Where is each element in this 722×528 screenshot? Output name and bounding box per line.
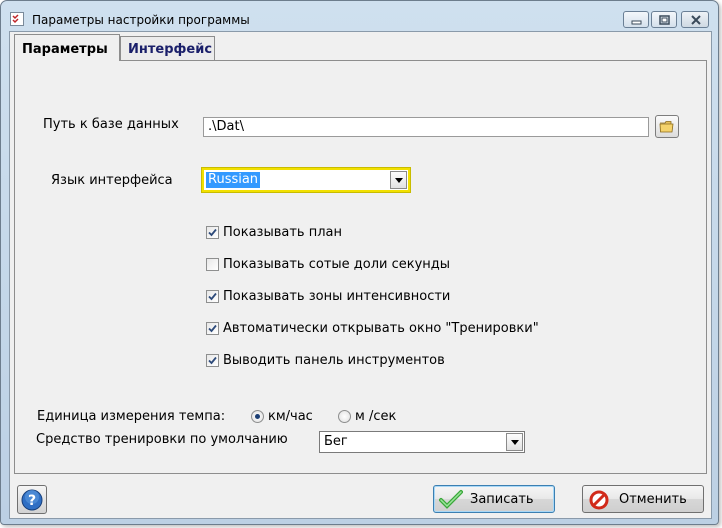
database-path-input[interactable]: .\Dat\ [203, 117, 649, 137]
database-path-label: Путь к базе данных [43, 117, 179, 132]
checkmark-icon [208, 324, 217, 333]
tab-parameters[interactable]: Параметры [14, 34, 120, 61]
language-label: Язык интерфейса [51, 173, 173, 188]
save-button-label: Записать [470, 492, 534, 507]
default-trainer-select[interactable]: Бег [319, 431, 525, 453]
close-button[interactable] [681, 11, 709, 28]
chevron-down-icon [395, 178, 403, 183]
checkbox[interactable] [206, 226, 219, 239]
radio-button[interactable] [251, 410, 264, 423]
checkbox[interactable] [206, 322, 219, 335]
language-selected-value: Russian [206, 172, 261, 188]
option-label: Показывать зоны интенсивности [223, 289, 451, 304]
dialog-client: Параметры Интерфейс Путь к базе данных .… [9, 31, 712, 519]
folder-icon [659, 121, 674, 133]
radio-label: км/час [268, 409, 313, 424]
language-dropdown-button[interactable] [390, 171, 407, 189]
default-trainer-label: Средство тренировки по умолчанию [36, 432, 288, 447]
chevron-down-icon [511, 440, 519, 445]
checkmark-icon [208, 292, 217, 301]
checkmark-icon [439, 490, 463, 509]
app-icon[interactable] [10, 12, 24, 26]
help-icon: ? [21, 489, 43, 511]
database-path-value: .\Dat\ [208, 119, 244, 134]
option-label: Выводить панель инструментов [223, 353, 445, 368]
tab-panel: Путь к базе данных .\Dat\ Язык интерфейс… [14, 60, 707, 474]
pace-unit-label: Единица измерения темпа: [37, 409, 226, 424]
cancel-button-label: Отменить [619, 492, 687, 507]
title-bar[interactable]: Параметры настройки программы [1, 1, 718, 29]
save-button[interactable]: Записать [433, 485, 555, 513]
language-select[interactable]: Russian [201, 167, 411, 193]
checkbox[interactable] [206, 258, 219, 271]
radio-button[interactable] [338, 410, 351, 423]
minimize-button[interactable] [623, 11, 649, 28]
radio-label: м /сек [355, 409, 397, 424]
option-label: Показывать план [223, 225, 342, 240]
cancel-button[interactable]: Отменить [582, 485, 704, 513]
checkmark-icon [208, 356, 217, 365]
svg-text:?: ? [28, 493, 36, 509]
option-label: Показывать сотые доли секунды [223, 257, 451, 272]
close-icon [691, 15, 701, 25]
default-trainer-value: Бег [324, 434, 348, 449]
tab-interface[interactable]: Интерфейс [120, 36, 215, 61]
settings-window: Параметры настройки программы Параметры … [0, 0, 719, 525]
trainer-dropdown-button[interactable] [506, 433, 523, 451]
checkbox[interactable] [206, 354, 219, 367]
option-label: Автоматически открывать окно "Тренировки… [223, 321, 539, 336]
minimize-icon [631, 20, 642, 25]
cancel-icon [589, 490, 609, 510]
help-button[interactable]: ? [17, 485, 47, 514]
checkmark-icon [208, 228, 217, 237]
checkbox[interactable] [206, 290, 219, 303]
maximize-button[interactable] [651, 11, 677, 28]
window-title: Параметры настройки программы [32, 13, 250, 27]
browse-folder-button[interactable] [655, 115, 679, 138]
